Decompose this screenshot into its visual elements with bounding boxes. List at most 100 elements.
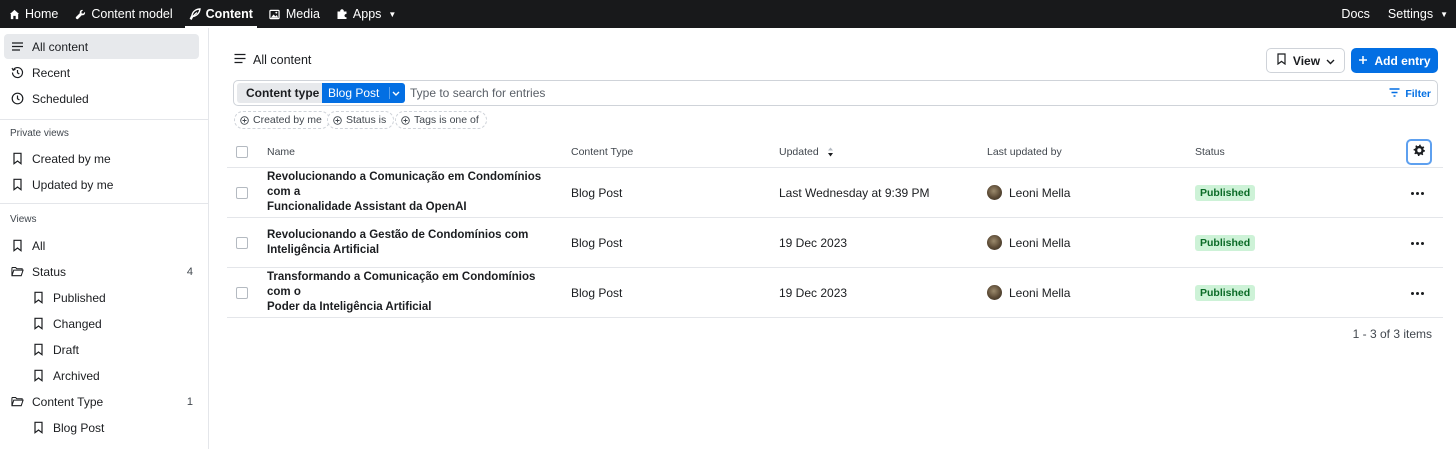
status-badge: Published — [1195, 234, 1256, 251]
sort-desc-icon — [827, 147, 834, 157]
table-row[interactable]: Revolucionando a Gestão de Condomínios c… — [227, 218, 1443, 268]
history-icon — [11, 66, 24, 79]
sidebar-item-label: Content Type — [32, 394, 104, 409]
chevron-down-icon: ▼ — [388, 9, 397, 19]
sidebar-item-label: All content — [32, 39, 89, 54]
sidebar-item-all[interactable]: All — [4, 233, 199, 258]
entry-name-line: Inteligência Artificial — [267, 243, 380, 256]
bookmark-icon — [32, 421, 45, 434]
entry-updated: 19 Dec 2023 — [779, 235, 848, 250]
bookmark-icon — [32, 343, 45, 356]
column-header-last-updated-by[interactable]: Last updated by — [987, 136, 1062, 168]
nav-settings[interactable]: Settings ▼ — [1380, 0, 1456, 28]
search-bar: Content type Blog Post Filter — [233, 80, 1438, 106]
sidebar-item-changed[interactable]: Changed — [4, 311, 199, 336]
entry-status: Published — [1195, 168, 1256, 217]
wrench-icon — [74, 8, 86, 20]
content-type-value-text: Blog Post — [328, 86, 380, 100]
sidebar-item-blog-post[interactable]: Blog Post — [4, 415, 199, 440]
sidebar-item-label: All — [32, 238, 46, 253]
nav-home[interactable]: Home — [0, 0, 66, 28]
entry-updated: 19 Dec 2023 — [779, 285, 848, 300]
chevron-down-icon: ▼ — [1440, 9, 1448, 19]
view-button[interactable]: View — [1266, 48, 1345, 73]
content-type-filter-label: Content type — [237, 83, 329, 103]
entry-author-name: Leoni Mella — [1009, 235, 1071, 250]
sidebar-item-all-content[interactable]: All content — [4, 34, 199, 59]
table-row[interactable]: Revolucionando a Comunicação em Condomín… — [227, 168, 1443, 218]
sidebar-item-label: Status — [32, 264, 67, 279]
entry-name[interactable]: Transformando a Comunicação em Condomíni… — [267, 268, 557, 317]
content-type-filter-value[interactable]: Blog Post — [322, 83, 406, 103]
sidebar-item-label: Changed — [53, 316, 102, 331]
row-actions-menu-icon[interactable] — [1409, 185, 1425, 201]
status-badge: Published — [1195, 184, 1256, 201]
nav-content-model[interactable]: Content model — [66, 0, 180, 28]
search-input[interactable] — [410, 84, 1310, 102]
entry-author: Leoni Mella — [987, 268, 1070, 317]
plus-circle-icon — [240, 115, 249, 125]
nav-apps[interactable]: Apps ▼ — [328, 0, 404, 28]
folder-icon — [11, 395, 24, 408]
nav-docs[interactable]: Docs — [1333, 0, 1379, 28]
entry-author-name: Leoni Mella — [1009, 185, 1071, 200]
column-header-name[interactable]: Name — [267, 136, 295, 168]
select-all-checkbox[interactable] — [236, 146, 248, 158]
nav-content[interactable]: Content — [181, 0, 261, 28]
table-header: Name Content Type Updated Last updated b… — [227, 136, 1443, 168]
row-checkbox[interactable] — [236, 187, 248, 199]
plus-circle-icon — [401, 115, 410, 125]
row-actions-menu-icon[interactable] — [1409, 235, 1425, 251]
chip-status-is[interactable]: Status is — [327, 111, 395, 129]
image-icon — [269, 8, 281, 20]
chip-tags-is-one-of[interactable]: Tags is one of — [395, 111, 487, 129]
row-actions-menu-icon[interactable] — [1409, 285, 1425, 301]
entries-table: Name Content Type Updated Last updated b… — [227, 136, 1443, 318]
filter-icon — [1389, 88, 1400, 100]
column-header-content-type[interactable]: Content Type — [571, 136, 633, 168]
entry-status: Published — [1195, 218, 1256, 267]
sidebar-item-label: Draft — [53, 342, 80, 357]
entry-name[interactable]: Revolucionando a Comunicação em Condomín… — [267, 168, 557, 217]
feather-icon — [189, 8, 201, 20]
pagination-summary: 1 - 3 of 3 items — [1352, 327, 1432, 341]
nav-media-label: Media — [285, 7, 320, 21]
column-settings-button[interactable] — [1406, 139, 1432, 165]
column-header-status[interactable]: Status — [1195, 136, 1225, 168]
sidebar-folder-content-type[interactable]: Content Type 1 — [4, 389, 199, 414]
sidebar-item-label: Archived — [53, 368, 100, 383]
home-icon — [8, 8, 20, 20]
entry-name[interactable]: Revolucionando a Gestão de Condomínios c… — [267, 218, 557, 267]
sidebar-folder-status[interactable]: Status 4 — [4, 259, 199, 284]
bookmark-icon — [1276, 53, 1287, 68]
entry-name-line: Funcionalidade Assistant da OpenAI — [267, 201, 467, 213]
row-checkbox[interactable] — [236, 287, 248, 299]
chip-created-by-me[interactable]: Created by me — [234, 111, 330, 129]
add-entry-button[interactable]: Add entry — [1351, 48, 1438, 73]
bookmark-icon — [32, 291, 45, 304]
list-icon — [234, 53, 246, 67]
bookmark-icon — [11, 239, 24, 252]
sidebar-item-created-by-me[interactable]: Created by me — [4, 146, 199, 171]
table-row[interactable]: Transformando a Comunicação em Condomíni… — [227, 268, 1443, 318]
nav-media[interactable]: Media — [261, 0, 328, 28]
page-title: All content — [234, 53, 311, 67]
row-checkbox[interactable] — [236, 237, 248, 249]
filter-button[interactable]: Filter — [1389, 85, 1435, 103]
sidebar-item-recent[interactable]: Recent — [4, 60, 199, 85]
folder-icon — [11, 265, 24, 278]
sidebar-item-archived[interactable]: Archived — [4, 363, 199, 388]
bookmark-icon — [32, 369, 45, 382]
avatar — [987, 285, 1002, 300]
bookmark-icon — [32, 317, 45, 330]
sidebar-item-draft[interactable]: Draft — [4, 337, 199, 362]
sidebar-item-published[interactable]: Published — [4, 285, 199, 310]
add-entry-button-label: Add entry — [1374, 53, 1431, 68]
sidebar-item-updated-by-me[interactable]: Updated by me — [4, 172, 199, 197]
sidebar-item-label: Updated by me — [32, 177, 114, 192]
sidebar-item-scheduled[interactable]: Scheduled — [4, 86, 199, 111]
entry-author-name: Leoni Mella — [1009, 285, 1071, 300]
status-badge: Published — [1195, 284, 1256, 301]
column-header-updated[interactable]: Updated — [779, 136, 834, 168]
sidebar-item-label: Scheduled — [32, 91, 89, 106]
